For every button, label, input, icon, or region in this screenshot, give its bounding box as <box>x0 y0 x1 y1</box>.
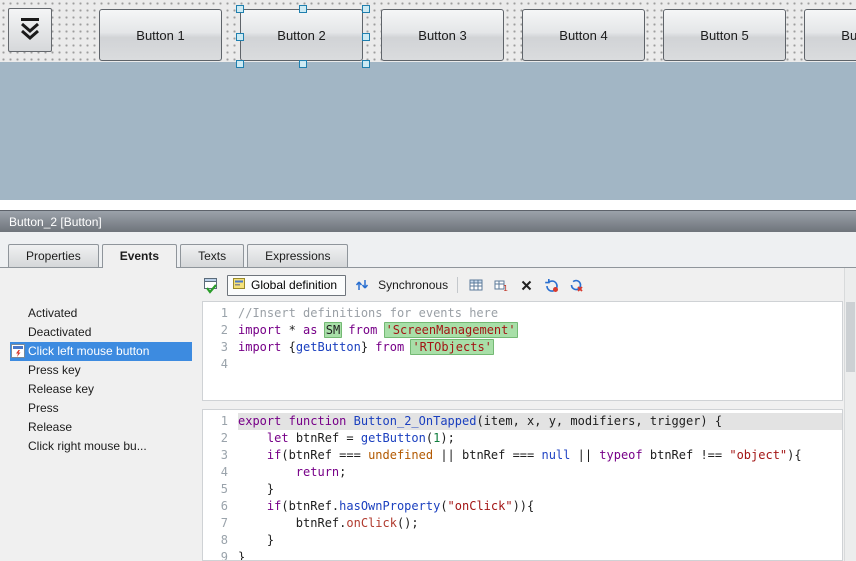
inspector-tabs-zone: PropertiesEventsTextsExpressions <box>0 232 856 268</box>
splitter[interactable] <box>0 200 856 210</box>
vertical-scrollbar[interactable] <box>844 268 856 561</box>
line-number: 2 <box>203 322 238 339</box>
global-definition-label: Global definition <box>251 278 337 292</box>
line-number: 8 <box>203 532 238 549</box>
tab-properties[interactable]: Properties <box>8 244 99 267</box>
event-item-label: Release key <box>28 382 94 396</box>
code-line[interactable]: 6 if(btnRef.hasOwnProperty("onClick")){ <box>203 498 842 515</box>
event-item[interactable]: Release <box>10 418 192 437</box>
selection-handle[interactable] <box>362 33 370 41</box>
code-line[interactable]: 1export function Button_2_OnTapped(item,… <box>203 413 842 430</box>
selection-handle[interactable] <box>362 60 370 68</box>
overflow-button[interactable] <box>8 8 52 52</box>
global-definition-icon <box>233 277 246 293</box>
line-number: 2 <box>203 430 238 447</box>
global-definition-editor[interactable]: 1//Insert definitions for events here2im… <box>202 301 843 401</box>
line-number: 4 <box>203 464 238 481</box>
code-line[interactable]: 2import * as SM from 'ScreenManagement' <box>203 322 842 339</box>
event-item-label: Deactivated <box>28 325 91 339</box>
event-item-label: Release <box>28 420 72 434</box>
synchronous-icon[interactable] <box>353 276 371 294</box>
canvas-button-label: Button 1 <box>136 28 184 43</box>
delete-icon[interactable] <box>517 276 535 294</box>
code-line[interactable]: 3 if(btnRef === undefined || btnRef === … <box>203 447 842 464</box>
line-number: 7 <box>203 515 238 532</box>
screen-editor-window: Button 1 Button 2 Button 3 Button 4 Button 5… <box>0 0 856 561</box>
double-chevron-down-icon <box>16 14 44 47</box>
selection-handle[interactable] <box>362 5 370 13</box>
reset-all-icon[interactable] <box>567 276 585 294</box>
canvas-button[interactable]: Button 5 <box>663 9 786 61</box>
canvas-button-label: Button 4 <box>559 28 607 43</box>
synchronous-label: Synchronous <box>378 278 448 292</box>
event-item[interactable]: Click left mouse button <box>10 342 192 361</box>
selection-handle[interactable] <box>299 5 307 13</box>
canvas-button-label: Button 3 <box>418 28 466 43</box>
canvas-button[interactable]: Button 2 <box>240 9 363 61</box>
event-list: Activated Deactivated Click left mouse bu… <box>0 304 196 456</box>
selection-handle[interactable] <box>236 5 244 13</box>
selection-handle[interactable] <box>236 60 244 68</box>
event-item[interactable]: Activated <box>10 304 192 323</box>
canvas-button[interactable]: Button 6 <box>804 9 856 61</box>
code-line[interactable]: 7 btnRef.onClick(); <box>203 515 842 532</box>
code-line[interactable]: 2 let btnRef = getButton(1); <box>203 430 842 447</box>
event-handler-editor[interactable]: 1export function Button_2_OnTapped(item,… <box>202 409 843 561</box>
event-item-label: Activated <box>28 306 77 320</box>
event-item[interactable]: Release key <box>10 380 192 399</box>
script-toolbar: Global definition Synchronous <box>202 272 585 298</box>
code-line[interactable]: 4 <box>203 356 842 373</box>
reset-icon[interactable] <box>542 276 560 294</box>
code-line[interactable]: 4 return; <box>203 464 842 481</box>
line-number: 3 <box>203 447 238 464</box>
snippet-icon[interactable]: 1 <box>492 276 510 294</box>
global-definition-button[interactable]: Global definition <box>227 275 346 296</box>
event-item-label: Click left mouse button <box>28 344 149 358</box>
event-item-label: Click right mouse bu... <box>28 439 147 453</box>
inspector-pane-title: Button_2 [Button] <box>0 210 856 232</box>
code-line[interactable]: 8 } <box>203 532 842 549</box>
pane-title-label: Button_2 [Button] <box>9 215 102 229</box>
events-workspace: Activated Deactivated Click left mouse bu… <box>0 268 856 561</box>
tab-texts[interactable]: Texts <box>180 244 244 267</box>
selection-handle[interactable] <box>299 60 307 68</box>
tab-events[interactable]: Events <box>102 244 177 268</box>
canvas-button[interactable]: Button 1 <box>99 9 222 61</box>
line-number: 1 <box>203 413 238 430</box>
design-canvas[interactable]: Button 1 Button 2 Button 3 Button 4 Button 5… <box>0 0 856 200</box>
event-item-label: Press key <box>28 363 81 377</box>
line-number: 4 <box>203 356 238 373</box>
canvas-button-label: Button 2 <box>277 28 325 43</box>
event-item[interactable]: Deactivated <box>10 323 192 342</box>
line-number: 9 <box>203 549 238 561</box>
canvas-button-label: Button 5 <box>700 28 748 43</box>
selection-handle[interactable] <box>236 33 244 41</box>
code-line[interactable]: 3import {getButton} from 'RTObjects' <box>203 339 842 356</box>
code-line[interactable]: 9} <box>203 549 842 561</box>
toolbar-separator <box>457 277 458 293</box>
event-item-label: Press <box>28 401 59 415</box>
event-item[interactable]: Press <box>10 399 192 418</box>
scrollbar-thumb[interactable] <box>846 302 855 372</box>
validate-script-icon[interactable] <box>202 276 220 294</box>
event-item[interactable]: Click right mouse bu... <box>10 437 192 456</box>
svg-text:1: 1 <box>503 284 508 293</box>
line-number: 5 <box>203 481 238 498</box>
table-icon[interactable] <box>467 276 485 294</box>
code-line[interactable]: 1//Insert definitions for events here <box>203 305 842 322</box>
tab-strip: PropertiesEventsTextsExpressions <box>8 244 348 267</box>
tab-expressions[interactable]: Expressions <box>247 244 348 267</box>
canvas-button[interactable]: Button 4 <box>522 9 645 61</box>
event-item[interactable]: Press key <box>10 361 192 380</box>
line-number: 3 <box>203 339 238 356</box>
line-number: 6 <box>203 498 238 515</box>
line-number: 1 <box>203 305 238 322</box>
code-line[interactable]: 5 } <box>203 481 842 498</box>
canvas-button-label: Button 6 <box>841 28 856 43</box>
canvas-button[interactable]: Button 3 <box>381 9 504 61</box>
event-type-icon <box>11 344 25 358</box>
